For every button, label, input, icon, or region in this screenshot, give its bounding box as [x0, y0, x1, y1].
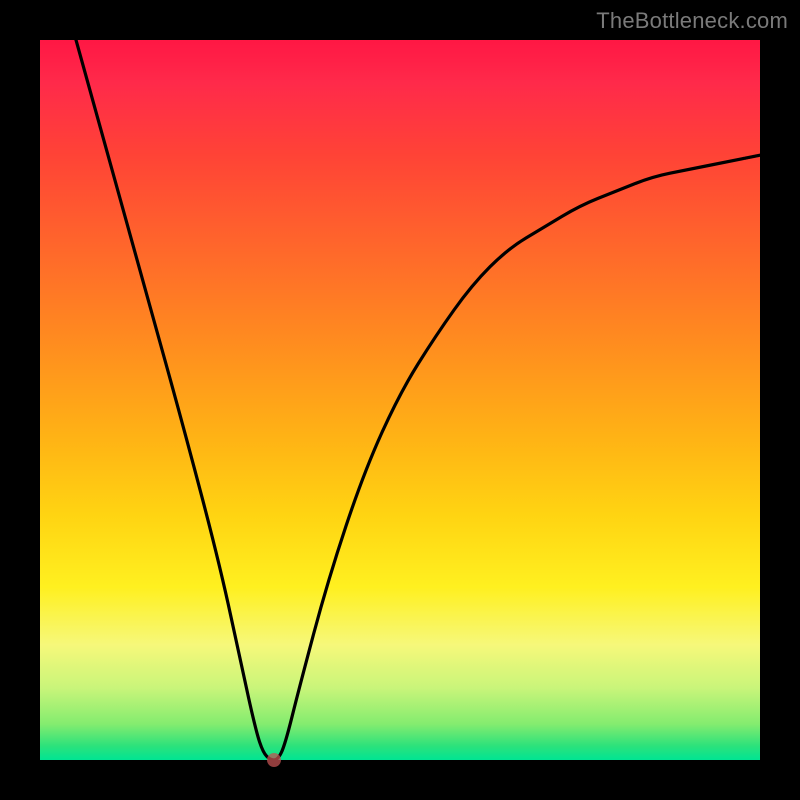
curve-svg: [40, 40, 760, 760]
attribution-text: TheBottleneck.com: [596, 8, 788, 34]
plot-area: [40, 40, 760, 760]
minimum-marker: [267, 753, 281, 767]
chart-frame: TheBottleneck.com: [0, 0, 800, 800]
bottleneck-curve: [76, 40, 760, 760]
